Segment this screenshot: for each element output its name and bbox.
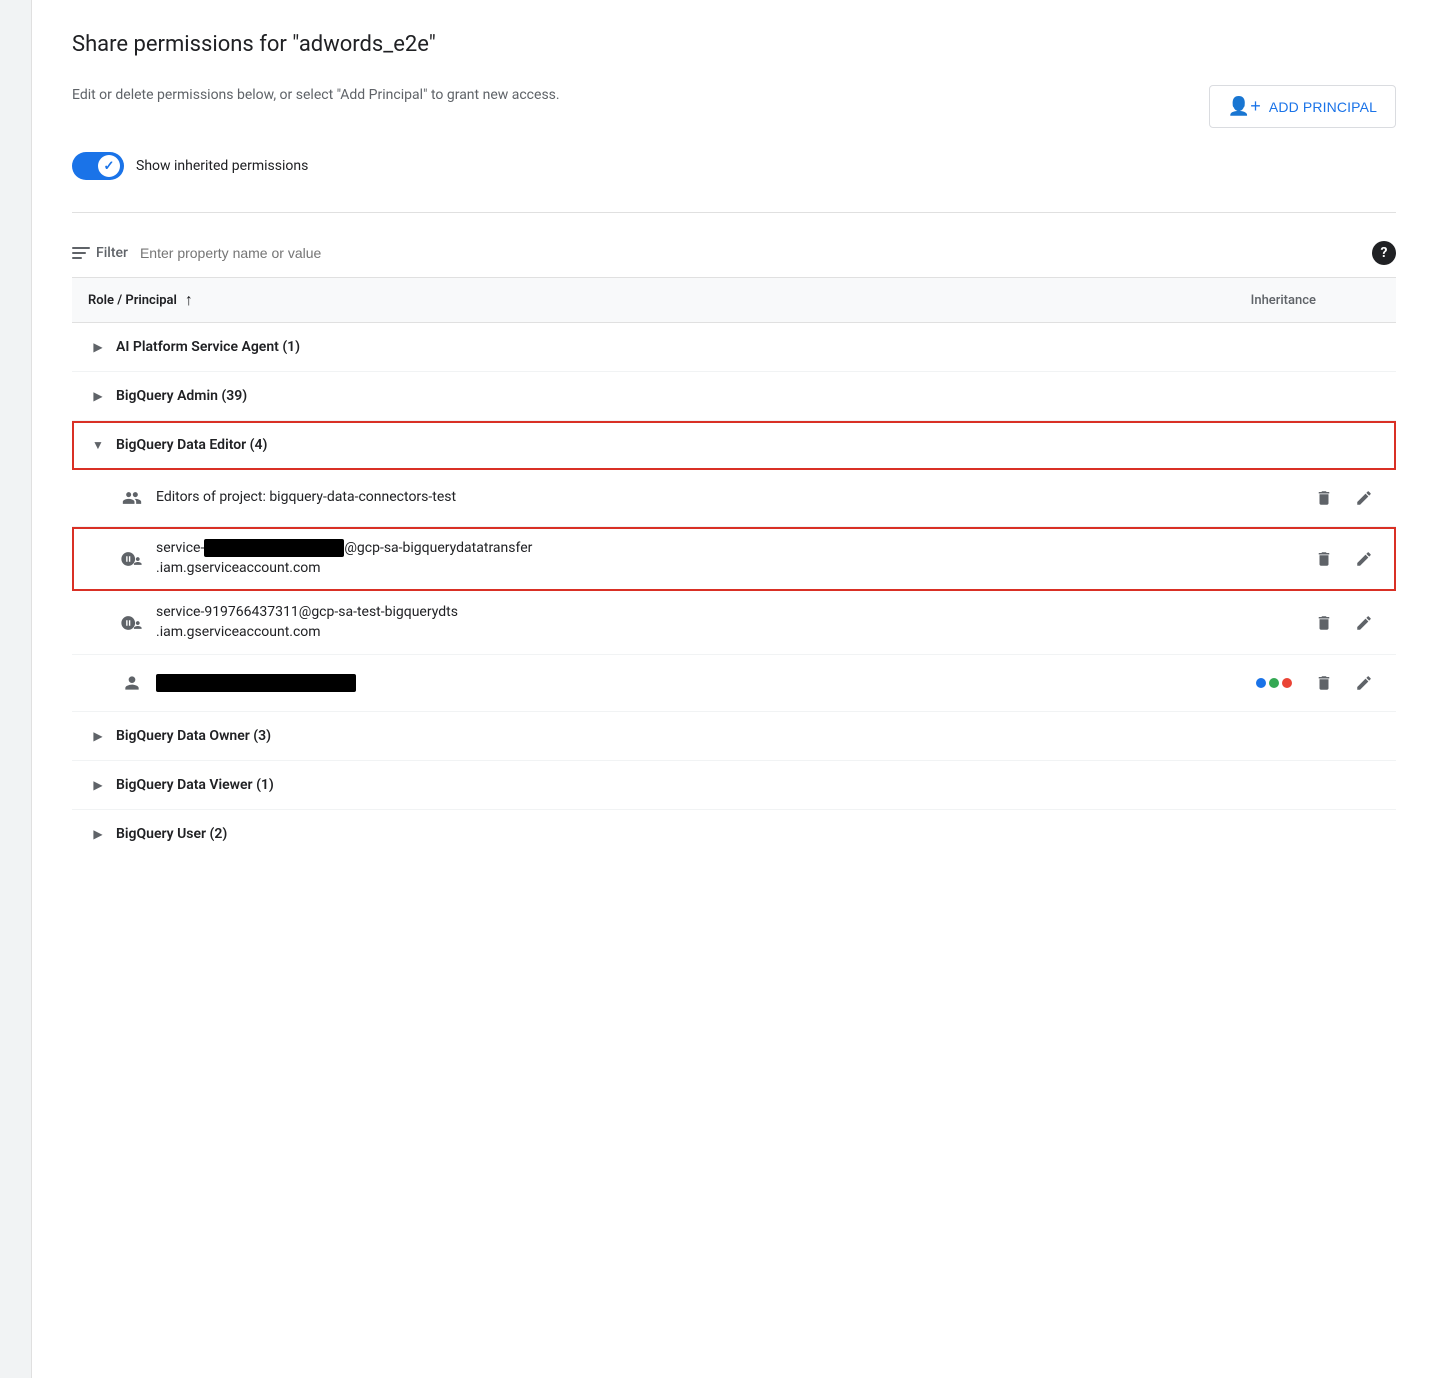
principal-name: service- @gcp-sa-bigquerydatatransfer.ia… xyxy=(156,539,1228,578)
filter-input[interactable] xyxy=(140,245,1360,261)
principal-name xyxy=(156,674,1228,694)
sort-arrow-icon[interactable]: ↑ xyxy=(185,290,193,310)
principal-row-content xyxy=(120,667,1396,699)
delete-button[interactable] xyxy=(1308,667,1340,699)
section-divider xyxy=(72,212,1396,213)
toggle-track: ✓ xyxy=(72,152,124,180)
role-principal-label: Role / Principal xyxy=(88,293,177,308)
role-name: BigQuery Data Owner (3) xyxy=(116,728,271,744)
toggle-thumb: ✓ xyxy=(98,155,120,177)
table-header-inheritance: Inheritance xyxy=(1251,293,1396,308)
role-name: AI Platform Service Agent (1) xyxy=(116,339,300,355)
inheritance-dots xyxy=(1256,678,1292,688)
principal-row: Editors of project: bigquery-data-connec… xyxy=(72,470,1396,527)
expand-icon: ▶ xyxy=(88,824,108,844)
filter-text: Filter xyxy=(96,245,128,261)
role-row-bigquery-data-editor[interactable]: ▼ BigQuery Data Editor (4) xyxy=(72,421,1396,470)
table-header: Role / Principal ↑ Inheritance xyxy=(72,278,1396,323)
role-row[interactable]: ▶ BigQuery Admin (39) xyxy=(72,372,1396,421)
show-inherited-toggle[interactable]: ✓ xyxy=(72,152,124,180)
redacted-value xyxy=(156,674,356,692)
principal-row-person xyxy=(72,655,1396,712)
role-name: BigQuery Data Viewer (1) xyxy=(116,777,274,793)
table-header-role: Role / Principal ↑ xyxy=(72,290,193,310)
role-row[interactable]: ▶ BigQuery Data Viewer (1) xyxy=(72,761,1396,810)
description-row: Edit or delete permissions below, or sel… xyxy=(72,85,1396,128)
principal-actions xyxy=(1308,667,1396,699)
role-row[interactable]: ▶ AI Platform Service Agent (1) xyxy=(72,323,1396,372)
edit-button[interactable] xyxy=(1348,543,1380,575)
expand-icon: ▶ xyxy=(88,726,108,746)
toggle-label: Show inherited permissions xyxy=(136,158,308,174)
person-icon xyxy=(120,671,144,695)
edit-button[interactable] xyxy=(1348,667,1380,699)
description-text: Edit or delete permissions below, or sel… xyxy=(72,85,560,106)
principal-actions xyxy=(1308,607,1396,639)
filter-row: Filter ? xyxy=(72,229,1396,278)
principal-actions xyxy=(1308,482,1396,514)
filter-icon xyxy=(72,247,90,259)
service-account-icon xyxy=(120,611,144,635)
redacted-value xyxy=(204,539,344,557)
left-sidebar xyxy=(0,0,32,1378)
inheritance-dot-green xyxy=(1269,678,1279,688)
inheritance-dots-area xyxy=(1228,678,1308,688)
principal-row-content: service- @gcp-sa-bigquerydatatransfer.ia… xyxy=(120,539,1396,578)
inheritance-dot-red xyxy=(1282,678,1292,688)
inheritance-dot-blue xyxy=(1256,678,1266,688)
role-name: BigQuery Admin (39) xyxy=(116,388,247,404)
principal-actions xyxy=(1308,543,1396,575)
expand-icon: ▶ xyxy=(88,337,108,357)
add-principal-button[interactable]: 👤+ ADD PRINCIPAL xyxy=(1209,85,1396,128)
edit-button[interactable] xyxy=(1348,482,1380,514)
person-add-icon: 👤+ xyxy=(1228,96,1261,117)
page-title: Share permissions for "adwords_e2e" xyxy=(72,32,1396,57)
role-row[interactable]: ▶ BigQuery Data Owner (3) xyxy=(72,712,1396,761)
delete-button[interactable] xyxy=(1308,607,1340,639)
principal-name: service-919766437311@gcp-sa-test-bigquer… xyxy=(156,603,1228,642)
delete-button[interactable] xyxy=(1308,482,1340,514)
permissions-table: Role / Principal ↑ Inheritance ▶ AI Plat… xyxy=(72,278,1396,858)
delete-button[interactable] xyxy=(1308,543,1340,575)
edit-button[interactable] xyxy=(1348,607,1380,639)
filter-label-area: Filter xyxy=(72,245,128,261)
principal-row-content: Editors of project: bigquery-data-connec… xyxy=(120,482,1396,514)
principal-row-service-redacted: service- @gcp-sa-bigquerydatatransfer.ia… xyxy=(72,527,1396,591)
principal-name: Editors of project: bigquery-data-connec… xyxy=(156,488,1228,508)
expand-icon: ▼ xyxy=(88,435,108,455)
role-row[interactable]: ▶ BigQuery User (2) xyxy=(72,810,1396,858)
role-name: BigQuery Data Editor (4) xyxy=(116,437,267,453)
help-icon[interactable]: ? xyxy=(1372,241,1396,265)
service-account-icon xyxy=(120,547,144,571)
toggle-row: ✓ Show inherited permissions xyxy=(72,152,1396,180)
role-name: BigQuery User (2) xyxy=(116,826,227,842)
principal-row-service2: service-919766437311@gcp-sa-test-bigquer… xyxy=(72,591,1396,655)
expand-icon: ▶ xyxy=(88,775,108,795)
expand-icon: ▶ xyxy=(88,386,108,406)
main-content: Share permissions for "adwords_e2e" Edit… xyxy=(32,0,1436,1378)
toggle-checkmark-icon: ✓ xyxy=(104,159,115,174)
group-icon xyxy=(120,486,144,510)
add-principal-label: ADD PRINCIPAL xyxy=(1269,99,1377,115)
principal-row-content: service-919766437311@gcp-sa-test-bigquer… xyxy=(120,603,1396,642)
